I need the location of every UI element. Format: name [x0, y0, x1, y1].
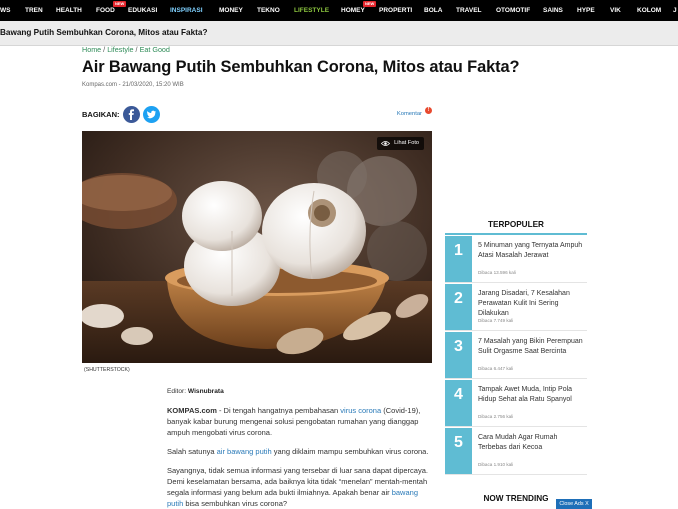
tag-link-virus-corona[interactable]: virus corona	[340, 406, 381, 415]
popular-rank: 2	[445, 284, 472, 330]
article-photo[interactable]: Lihat Foto	[82, 131, 432, 363]
paragraph-text: Salah satunya	[167, 447, 217, 456]
facebook-share-button[interactable]	[123, 106, 140, 123]
view-photo-label: Lihat Foto	[394, 140, 419, 146]
popular-item[interactable]: 3 7 Masalah yang Bikin Perempuan Sulit O…	[445, 332, 587, 379]
nav-item-kolom[interactable]: KOLOM	[637, 0, 661, 21]
nav-item-tekno[interactable]: TEKNO	[257, 0, 280, 21]
share-bar: BAGIKAN: Komentar !	[82, 106, 432, 124]
paragraph-text: Sayangnya, tidak semua informasi yang te…	[167, 466, 428, 497]
nav-item-otomotif[interactable]: OTOMOTIF	[496, 0, 530, 21]
tag-link-air-bawang-putih[interactable]: air bawang putih	[217, 447, 272, 456]
sticky-title-bar: Bawang Putih Sembuhkan Corona, Mitos ata…	[0, 21, 678, 46]
breadcrumb-section[interactable]: Lifestyle	[107, 45, 133, 54]
popular-read-count: Dibaca 13.596 kali	[478, 270, 516, 275]
new-badge: NEW	[113, 1, 127, 7]
nav-item-health[interactable]: HEALTH	[56, 0, 82, 21]
article-paragraph: Sayangnya, tidak semua informasi yang te…	[167, 465, 433, 509]
popular-rank: 3	[445, 332, 472, 378]
close-ads-button[interactable]: Close Ads X	[556, 499, 592, 509]
nav-item-news[interactable]: WS	[0, 0, 10, 21]
popular-item[interactable]: 1 5 Minuman yang Ternyata Ampuh Atasi Ma…	[445, 236, 587, 283]
source-label: KOMPAS.com	[167, 406, 217, 415]
article-meta: Kompas.com - 21/03/2020, 15:20 WIB	[82, 82, 184, 88]
nav-item-sains[interactable]: SAINS	[543, 0, 563, 21]
nav-item-money[interactable]: MONEY	[219, 0, 243, 21]
paragraph-text: - Di tengah hangatnya pembahasan	[216, 406, 341, 415]
comment-badge: !	[425, 107, 432, 114]
photo-caption: (SHUTTERSTOCK)	[84, 367, 130, 373]
popular-title[interactable]: 5 Minuman yang Ternyata Ampuh Atasi Masa…	[478, 241, 586, 261]
nav-item-lifestyle[interactable]: LIFESTYLE	[294, 0, 329, 21]
article-title: Air Bawang Putih Sembuhkan Corona, Mitos…	[82, 58, 520, 76]
popular-heading-underline	[445, 233, 587, 235]
nav-item-bola[interactable]: BOLA	[424, 0, 442, 21]
nav-item-hype[interactable]: HYPE	[577, 0, 595, 21]
sticky-title: Bawang Putih Sembuhkan Corona, Mitos ata…	[0, 28, 208, 37]
popular-read-count: Dibaca 7.749 kali	[478, 318, 514, 323]
popular-rank: 4	[445, 380, 472, 426]
article-paragraph: KOMPAS.com - Di tengah hangatnya pembaha…	[167, 405, 433, 438]
comment-link[interactable]: Komentar	[397, 111, 422, 117]
nav-item-more[interactable]: J	[673, 0, 677, 21]
nav-item-edukasi[interactable]: EDUKASI	[128, 0, 157, 21]
nav-item-vik[interactable]: VIK	[610, 0, 621, 21]
view-photo-button[interactable]: Lihat Foto	[377, 137, 424, 150]
editor-line: Editor: Wisnubrata	[167, 388, 224, 395]
editor-name: Wisnubrata	[187, 388, 224, 395]
facebook-icon	[128, 109, 134, 120]
paragraph-text: bisa sembuhkan virus corona?	[183, 499, 288, 508]
article-paragraph: Salah satunya air bawang putih yang dikl…	[167, 446, 433, 457]
nav-item-travel[interactable]: TRAVEL	[456, 0, 482, 21]
breadcrumb: Home / Lifestyle / Eat Good	[82, 45, 170, 54]
editor-label: Editor:	[167, 388, 187, 395]
paragraph-text: yang diklaim mampu sembuhkan virus coron…	[271, 447, 429, 456]
popular-read-count: Dibaca 1.910 kali	[478, 462, 514, 467]
popular-heading: TERPOPULER	[488, 220, 544, 229]
popular-title[interactable]: 7 Masalah yang Bikin Perempuan Sulit Org…	[478, 337, 586, 357]
eye-icon	[381, 141, 391, 146]
breadcrumb-home[interactable]: Home	[82, 45, 101, 54]
popular-read-count: Dibaca 2.756 kali	[478, 414, 514, 419]
popular-title[interactable]: Cara Mudah Agar Rumah Terbebas dari Keco…	[478, 433, 586, 453]
popular-item[interactable]: 5 Cara Mudah Agar Rumah Terbebas dari Ke…	[445, 428, 587, 475]
popular-item[interactable]: 2 Jarang Disadari, 7 Kesalahan Perawatan…	[445, 284, 587, 331]
popular-rank: 5	[445, 428, 472, 474]
nav-item-inspirasi[interactable]: INSPIRASI	[170, 0, 203, 21]
nav-item-properti[interactable]: PROPERTI	[379, 0, 412, 21]
garlic-photo	[82, 131, 432, 363]
nav-item-food[interactable]: FOOD	[96, 0, 115, 21]
popular-rank: 1	[445, 236, 472, 282]
popular-title[interactable]: Tampak Awet Muda, Intip Pola Hidup Sehat…	[478, 385, 586, 405]
breadcrumb-sub[interactable]: Eat Good	[140, 45, 170, 54]
twitter-share-button[interactable]	[143, 106, 160, 123]
popular-read-count: Dibaca 6.447 kali	[478, 366, 514, 371]
twitter-icon	[147, 110, 156, 119]
nav-item-tren[interactable]: TREN	[25, 0, 43, 21]
popular-title[interactable]: Jarang Disadari, 7 Kesalahan Perawatan K…	[478, 289, 586, 319]
top-navigation: WS TREN HEALTH FOOD NEW EDUKASI INSPIRAS…	[0, 0, 678, 21]
share-label: BAGIKAN:	[82, 110, 120, 119]
popular-item[interactable]: 4 Tampak Awet Muda, Intip Pola Hidup Seh…	[445, 380, 587, 427]
nav-item-homey[interactable]: HOMEY	[341, 0, 365, 21]
new-badge: NEW	[363, 1, 377, 7]
